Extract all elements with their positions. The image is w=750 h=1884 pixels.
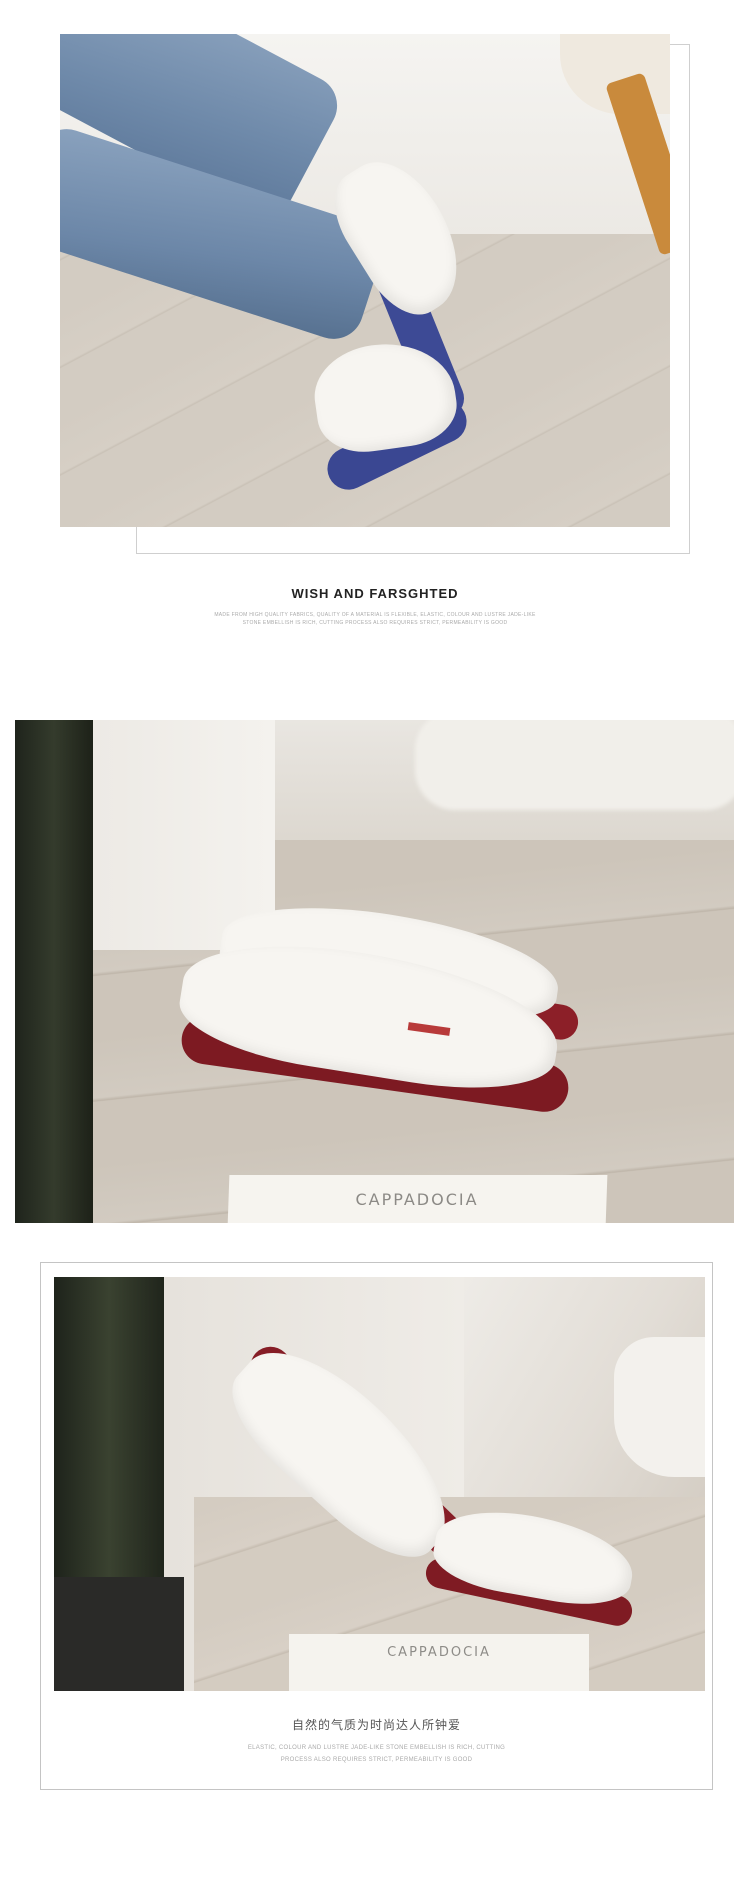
product-photo-leaning-red-sole: CAPPADOCIA [54, 1277, 705, 1691]
section-title: 自然的气质为时尚达人所钟爱 [291, 1718, 461, 1732]
section-subtitle: STONE EMBELLISH IS RICH, CUTTING PROCESS… [242, 620, 508, 626]
fabric-background [614, 1337, 705, 1477]
fabric-background [415, 720, 734, 810]
section-subtitle: PROCESS ALSO REQUIRES STRICT, PERMEABILI… [280, 1757, 473, 1763]
section-subtitle: MADE FROM HIGH QUALITY FABRICS, QUALITY … [214, 612, 536, 618]
brand-card-text: CAPPADOCIA [387, 1645, 491, 1660]
brand-card [289, 1634, 589, 1691]
section-subtitle: ELASTIC, COLOUR AND LUSTRE JADE-LIKE STO… [247, 1745, 506, 1751]
cactus-plant [15, 720, 93, 1223]
product-photo-pair-red-sole: CAPPADOCIA [15, 720, 734, 1223]
section-title: WISH AND FARSGHTED [291, 586, 459, 601]
brand-card-text: CAPPADOCIA [355, 1190, 479, 1209]
plant-pot [54, 1577, 184, 1691]
product-photo-legs-blue-sole [60, 34, 670, 527]
